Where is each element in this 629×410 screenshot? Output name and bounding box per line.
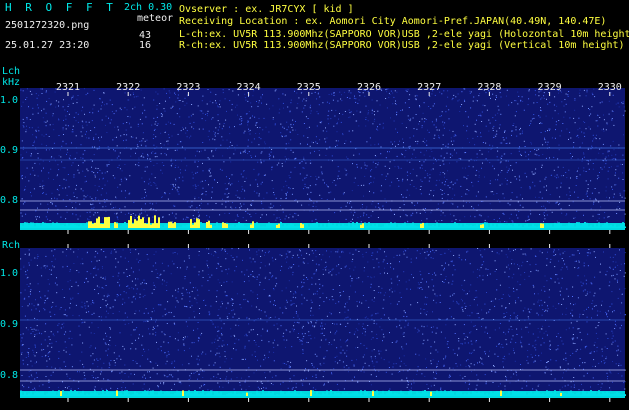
spectrogram-canvas: 2321 2322 2323 2324 2325 2326 2327 2328 2329 2330 bbox=[20, 82, 626, 402]
time-tick-label: 2325 bbox=[297, 82, 321, 93]
time-tick-label: 2323 bbox=[176, 82, 200, 93]
time-tick-label: 2326 bbox=[357, 82, 381, 93]
lch-spectrogram bbox=[20, 88, 626, 230]
rch-spectrogram bbox=[20, 248, 626, 398]
time-tick-label: 2329 bbox=[538, 82, 562, 93]
time-tick-label: 2328 bbox=[477, 82, 501, 93]
time-tick-label: 2330 bbox=[598, 82, 622, 93]
time-tick-label: 2324 bbox=[237, 82, 261, 93]
time-tick-label: 2321 bbox=[56, 82, 80, 93]
time-tick-label: 2322 bbox=[116, 82, 140, 93]
time-tick-label: 2327 bbox=[417, 82, 441, 93]
